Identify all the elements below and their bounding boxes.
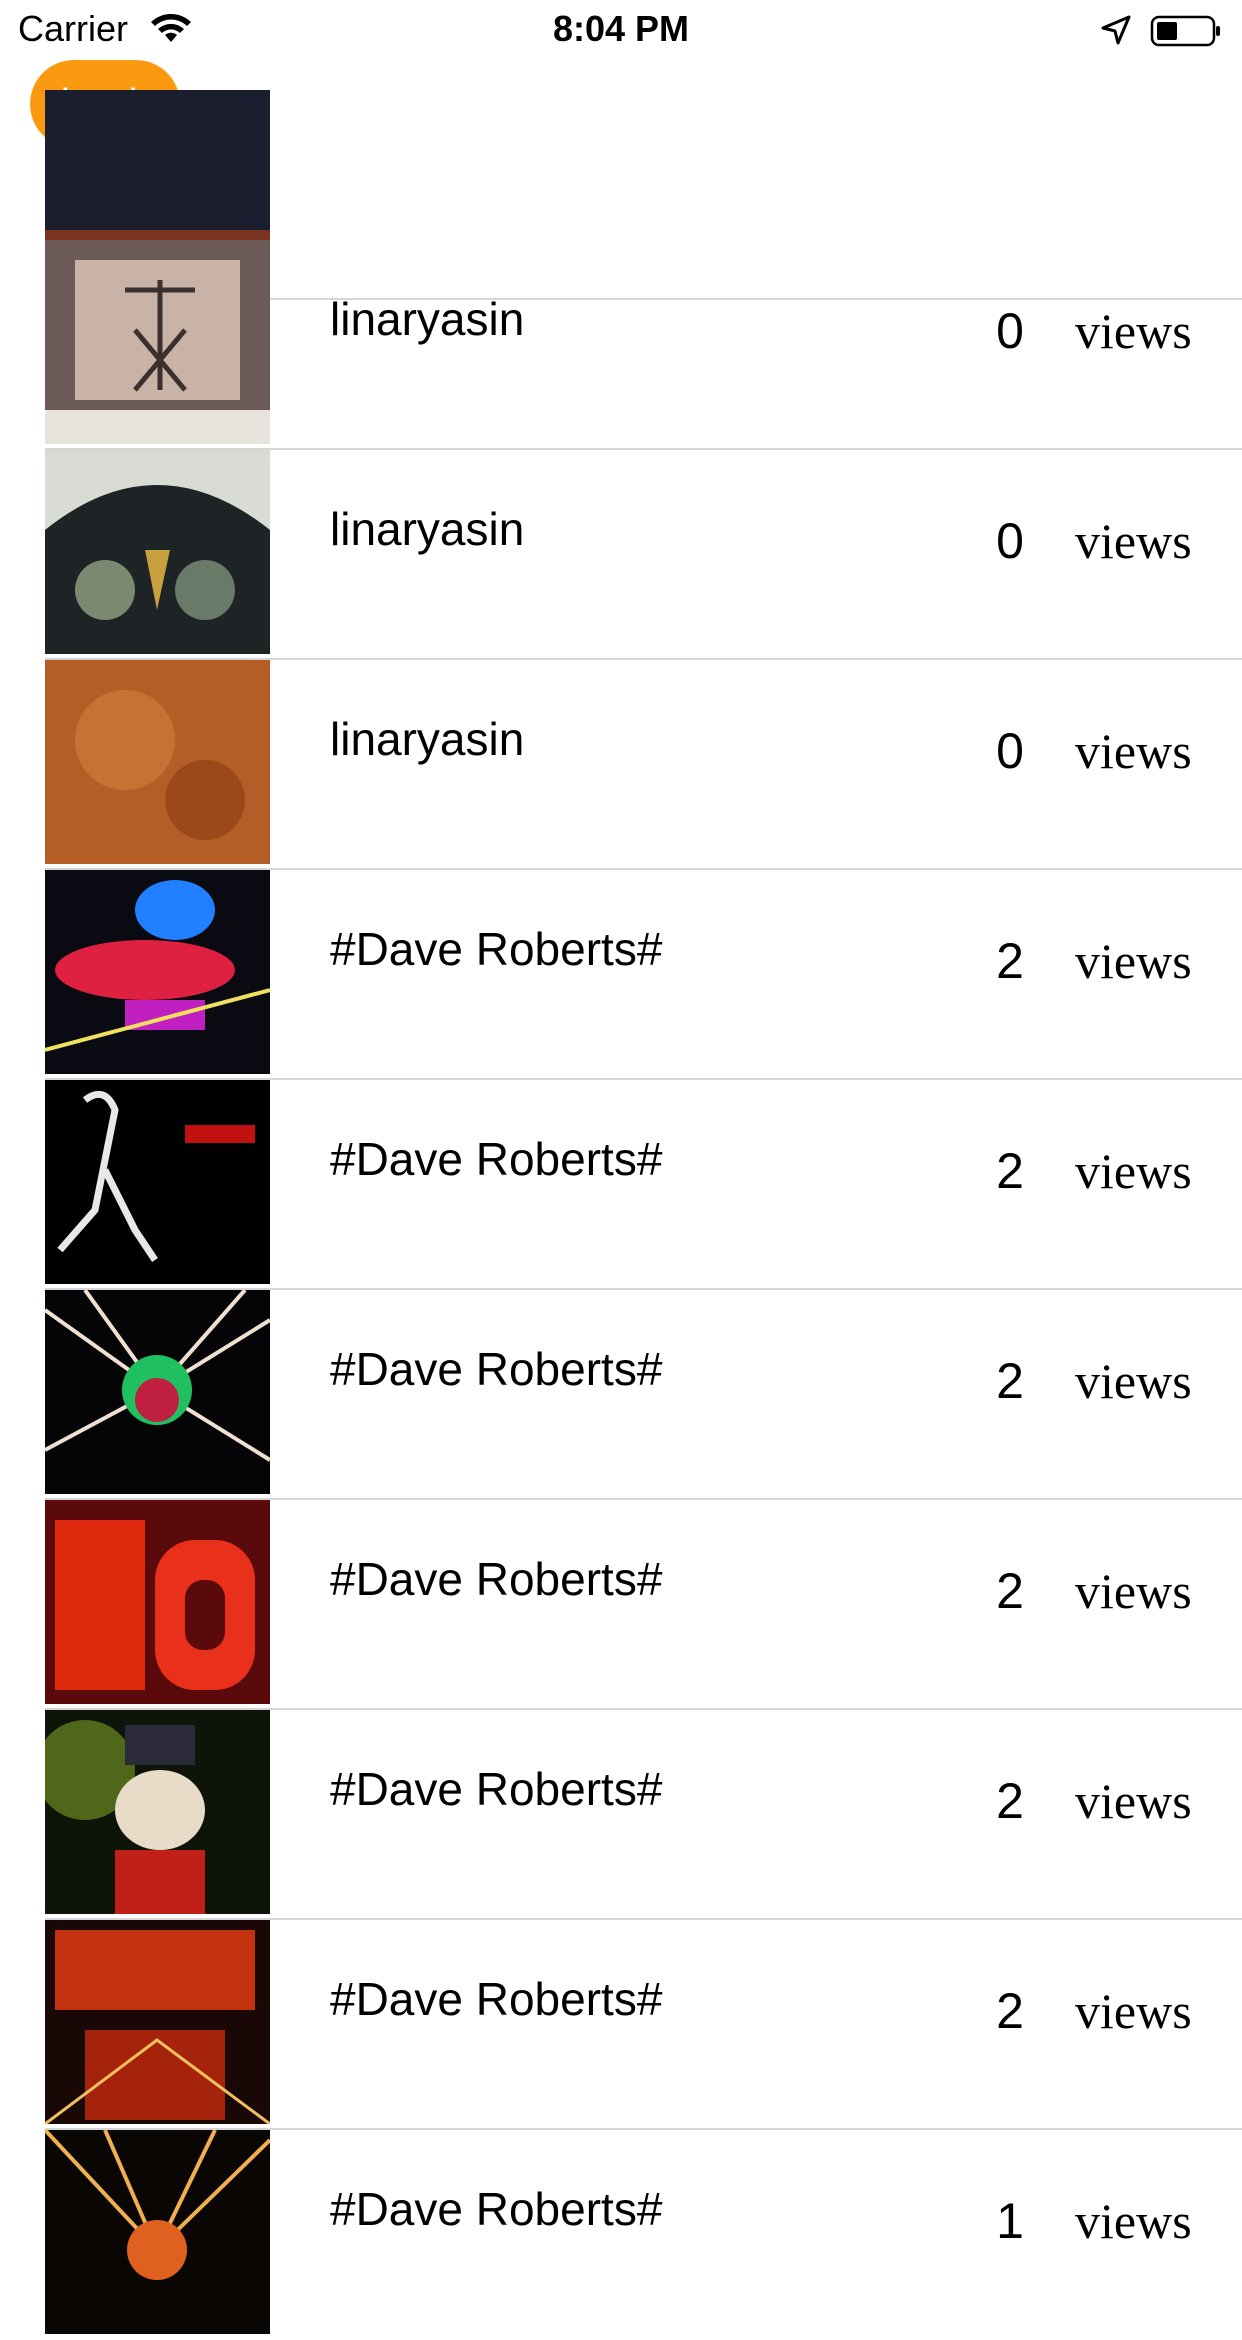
list-item[interactable]: #Dave Roberts# 2 views	[0, 1500, 1242, 1710]
author-name: #Dave Roberts#	[330, 1553, 663, 1605]
list-item[interactable]: #Dave Roberts# 2 views	[0, 1290, 1242, 1500]
view-count: 2	[996, 933, 1024, 989]
views-label: views	[1075, 1563, 1192, 1619]
view-count: 0	[996, 303, 1024, 359]
battery-icon	[1150, 15, 1220, 47]
list-item[interactable]: linaryasin 0 views	[0, 240, 1242, 450]
photo-thumbnail[interactable]	[45, 660, 270, 864]
author-name: linaryasin	[330, 713, 525, 765]
view-count: 2	[996, 1983, 1024, 2039]
view-count: 2	[996, 1773, 1024, 1829]
views-label: views	[1075, 1983, 1192, 2039]
views-label: views	[1075, 933, 1192, 989]
list-item[interactable]: #Dave Roberts# 2 views	[0, 1080, 1242, 1290]
views-label: views	[1075, 303, 1192, 359]
photo-thumbnail[interactable]	[45, 1080, 270, 1284]
photo-thumbnail[interactable]	[45, 450, 270, 654]
photo-thumbnail[interactable]	[45, 1290, 270, 1494]
photo-thumbnail[interactable]	[45, 870, 270, 1074]
location-arrow-icon	[1101, 15, 1131, 45]
list-item[interactable]: #Dave Roberts# 2 views	[0, 870, 1242, 1080]
photo-thumbnail[interactable]	[45, 240, 270, 444]
clock: 8:04 PM	[552, 8, 690, 49]
list-item[interactable]: #Dave Roberts# 2 views	[0, 1710, 1242, 1920]
view-count: 2	[996, 1143, 1024, 1199]
author-name: #Dave Roberts#	[330, 2183, 663, 2235]
photo-thumbnail[interactable]	[45, 1710, 270, 1914]
author-name: linaryasin	[330, 293, 525, 345]
photo-thumbnail[interactable]	[45, 2130, 270, 2334]
author-name: #Dave Roberts#	[330, 1973, 663, 2025]
list-item[interactable]: #Dave Roberts# 2 views	[0, 1920, 1242, 2130]
views-label: views	[1075, 723, 1192, 779]
author-name: linaryasin	[330, 503, 525, 555]
views-label: views	[1075, 1143, 1192, 1199]
list-item[interactable]: linaryasin 0 views	[0, 660, 1242, 870]
view-count: 2	[996, 1563, 1024, 1619]
author-name: #Dave Roberts#	[330, 923, 663, 975]
photo-thumbnail[interactable]	[45, 1920, 270, 2124]
list-item[interactable]: #Dave Roberts# 1 views	[0, 2130, 1242, 2340]
photo-thumbnail[interactable]	[45, 1500, 270, 1704]
view-count: 1	[996, 2193, 1024, 2249]
view-count: 0	[996, 723, 1024, 779]
view-count: 2	[996, 1353, 1024, 1409]
views-label: views	[1075, 1773, 1192, 1829]
views-label: views	[1075, 1353, 1192, 1409]
list-item[interactable]: linaryasin 0 views	[0, 450, 1242, 660]
views-label: views	[1075, 513, 1192, 569]
view-count: 0	[996, 513, 1024, 569]
author-name: #Dave Roberts#	[330, 1343, 663, 1395]
views-label: views	[1075, 2193, 1192, 2249]
author-name: #Dave Roberts#	[330, 1133, 663, 1185]
status-bar: Carrier 8:04 PM	[0, 0, 1242, 62]
author-name: #Dave Roberts#	[330, 1763, 663, 1815]
